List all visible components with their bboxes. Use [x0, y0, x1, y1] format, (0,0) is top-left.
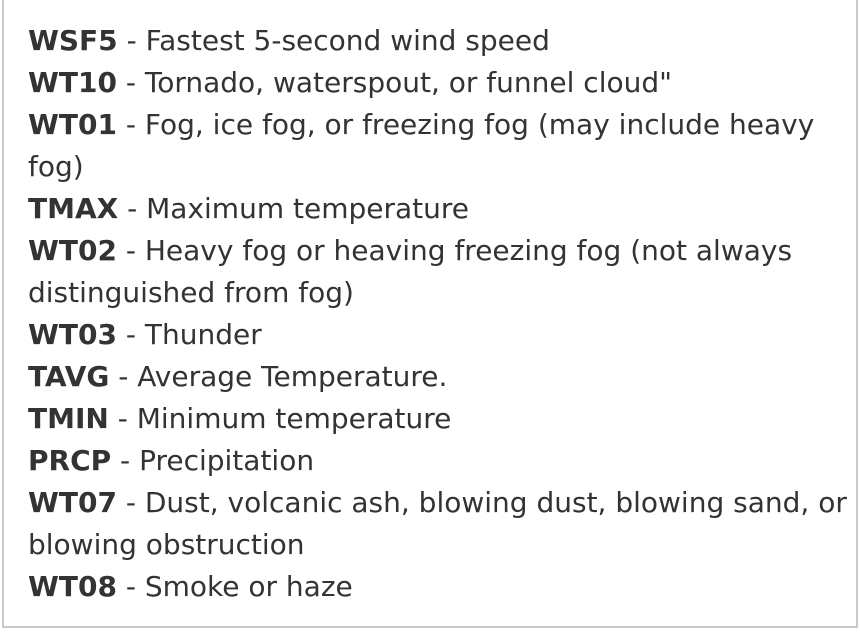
separator: - [116, 66, 145, 99]
code-label: WT01 [28, 108, 117, 141]
list-item: WT02 - Heavy fog or heaving freezing fog… [28, 230, 848, 314]
code-label: TMIN [28, 402, 109, 435]
code-label: PRCP [28, 444, 112, 477]
separator: - [118, 192, 147, 225]
code-description: Dust, volcanic ash, blowing dust, blowin… [28, 486, 847, 561]
code-description: Thunder [144, 318, 262, 351]
code-description: Tornado, waterspout, or funnel cloud" [144, 66, 673, 99]
list-item: PRCP - Precipitation [28, 440, 848, 482]
separator: - [116, 318, 145, 351]
list-item: WT03 - Thunder [28, 314, 848, 356]
list-item: WT01 - Fog, ice fog, or freezing fog (ma… [28, 104, 848, 188]
code-label: WT07 [28, 486, 117, 519]
code-label: TMAX [28, 192, 119, 225]
separator: - [108, 402, 137, 435]
code-label: TAVG [28, 360, 110, 393]
code-label: WT08 [28, 570, 117, 603]
list-item: TMAX - Maximum temperature [28, 188, 848, 230]
code-description: Minimum temperature [136, 402, 452, 435]
list-item: WT07 - Dust, volcanic ash, blowing dust,… [28, 482, 848, 566]
weather-code-list: WSF5 - Fastest 5-second wind speed WT10 … [28, 20, 848, 608]
code-label: WT10 [28, 66, 117, 99]
list-item: TMIN - Minimum temperature [28, 398, 848, 440]
separator: - [117, 24, 146, 57]
code-description: Maximum temperature [146, 192, 470, 225]
code-label: WT03 [28, 318, 117, 351]
list-item: WT08 - Smoke or haze [28, 566, 848, 608]
list-item: WT10 - Tornado, waterspout, or funnel cl… [28, 62, 848, 104]
separator: - [116, 108, 145, 141]
code-description: Average Temperature. [137, 360, 448, 393]
separator: - [116, 234, 145, 267]
code-description: Smoke or haze [144, 570, 353, 603]
separator: - [116, 486, 145, 519]
code-description: Fog, ice fog, or freezing fog (may inclu… [28, 108, 815, 183]
code-description: Precipitation [139, 444, 315, 477]
code-description: Fastest 5-second wind speed [145, 24, 550, 57]
content-panel: WSF5 - Fastest 5-second wind speed WT10 … [2, 0, 858, 628]
separator: - [111, 444, 140, 477]
code-label: WSF5 [28, 24, 118, 57]
list-item: TAVG - Average Temperature. [28, 356, 848, 398]
code-label: WT02 [28, 234, 117, 267]
separator: - [109, 360, 138, 393]
list-item: WSF5 - Fastest 5-second wind speed [28, 20, 848, 62]
separator: - [116, 570, 145, 603]
